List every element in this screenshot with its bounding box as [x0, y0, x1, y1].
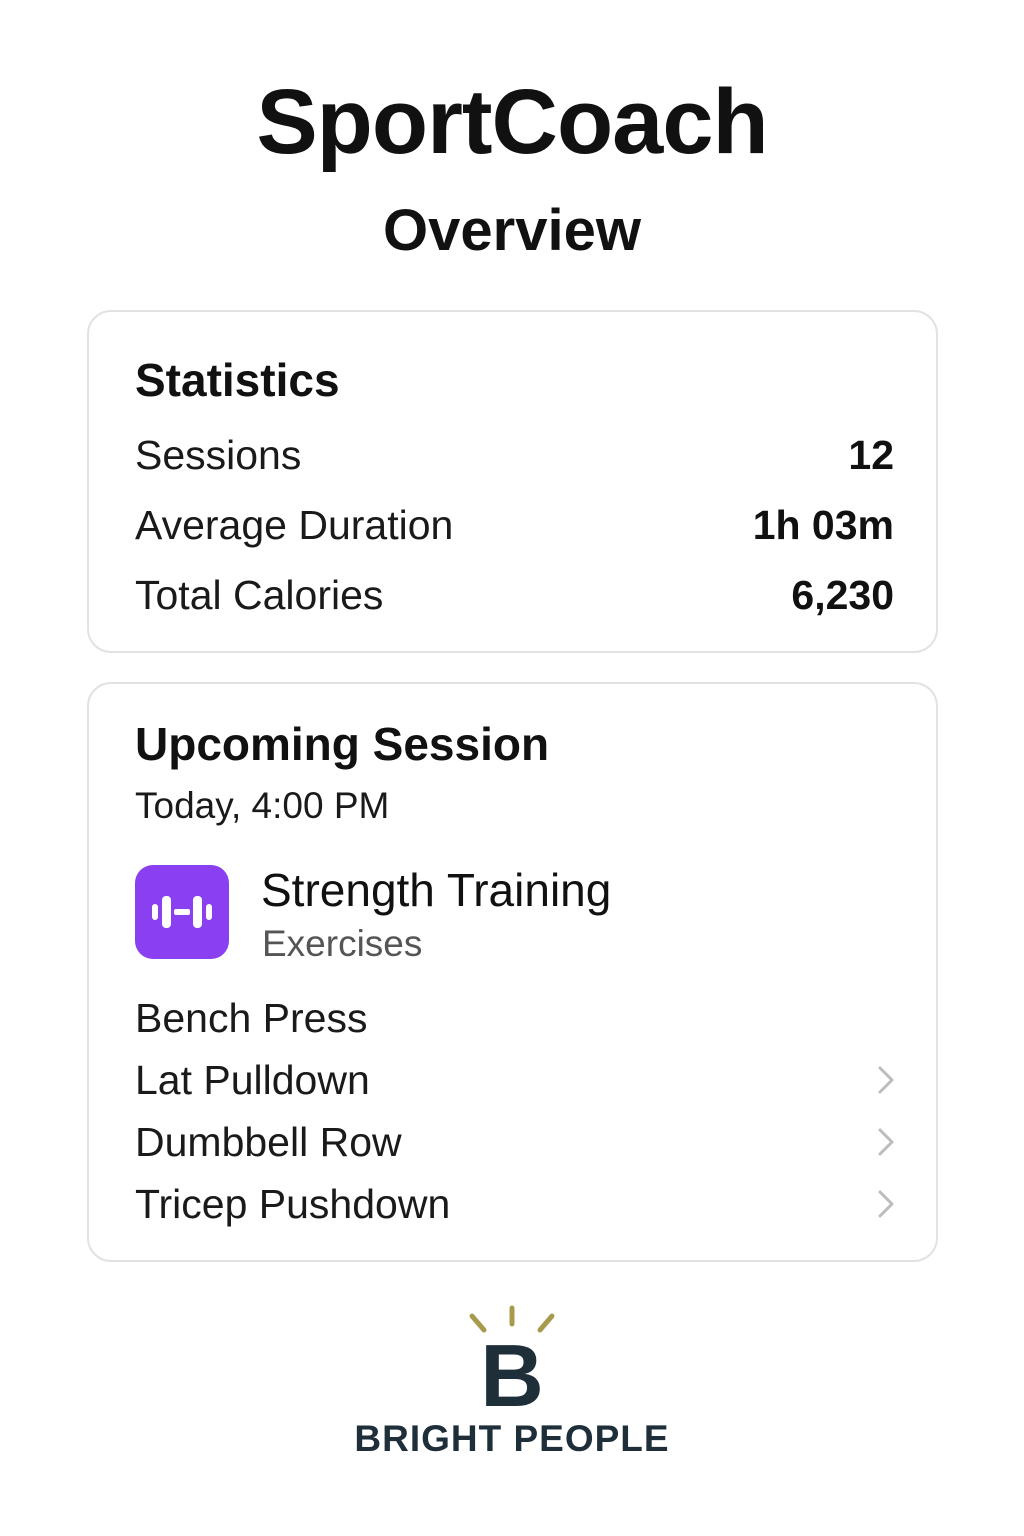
upcoming-session-card: Upcoming Session Today, 4:00 PM Strength…	[87, 682, 938, 1262]
bright-people-logo: B	[462, 1300, 562, 1425]
stat-label: Average Duration	[135, 501, 454, 548]
exercise-label: Lat Pulldown	[135, 1056, 370, 1103]
svg-text:B: B	[480, 1326, 544, 1410]
stat-row-total-calories: Total Calories 6,230	[135, 570, 894, 620]
statistics-card: Statistics Sessions 12 Average Duration …	[87, 310, 938, 653]
stat-value: 1h 03m	[752, 501, 894, 548]
exercise-item-bench-press[interactable]: Bench Press	[135, 992, 896, 1044]
app-title: SportCoach	[256, 71, 768, 173]
chevron-right-icon	[876, 1064, 896, 1096]
chevron-right-icon	[876, 1126, 896, 1158]
page-title: Overview	[383, 198, 641, 263]
workout-name: Strength Training	[261, 864, 612, 916]
exercise-item-tricep-pushdown[interactable]: Tricep Pushdown	[135, 1178, 896, 1230]
stat-row-average-duration: Average Duration 1h 03m	[135, 500, 894, 550]
dumbbell-icon	[135, 865, 229, 959]
workout-subtitle: Exercises	[262, 923, 423, 964]
stat-value: 12	[848, 431, 894, 478]
exercise-label: Tricep Pushdown	[135, 1180, 451, 1227]
stat-value: 6,230	[791, 571, 894, 618]
stat-label: Sessions	[135, 431, 302, 478]
chevron-right-icon	[876, 1188, 896, 1220]
brand-name: BRIGHT PEOPLE	[354, 1418, 670, 1459]
statistics-title: Statistics	[135, 354, 340, 406]
exercise-label: Dumbbell Row	[135, 1118, 402, 1165]
upcoming-session-title: Upcoming Session	[135, 718, 550, 770]
brand-footer: B BRIGHT PEOPLE	[0, 1300, 1024, 1460]
exercise-item-dumbbell-row[interactable]: Dumbbell Row	[135, 1116, 896, 1168]
exercise-label: Bench Press	[135, 994, 368, 1041]
stat-label: Total Calories	[135, 571, 384, 618]
stat-row-sessions: Sessions 12	[135, 430, 894, 480]
session-time: Today, 4:00 PM	[135, 785, 390, 826]
exercise-item-lat-pulldown[interactable]: Lat Pulldown	[135, 1054, 896, 1106]
